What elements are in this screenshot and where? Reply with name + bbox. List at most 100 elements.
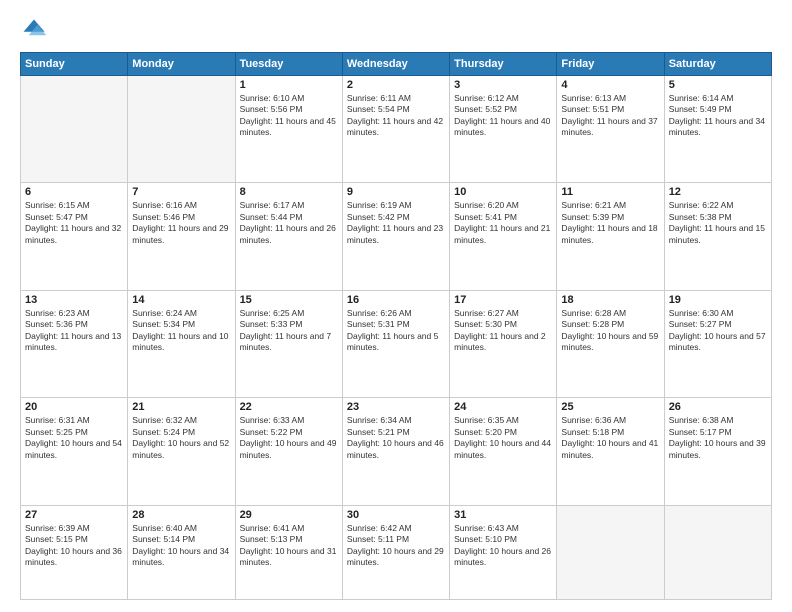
- day-number: 27: [25, 509, 123, 521]
- day-cell: 6Sunrise: 6:15 AM Sunset: 5:47 PM Daylig…: [21, 183, 128, 290]
- day-cell: 14Sunrise: 6:24 AM Sunset: 5:34 PM Dayli…: [128, 290, 235, 397]
- day-number: 14: [132, 294, 230, 306]
- page: SundayMondayTuesdayWednesdayThursdayFrid…: [0, 0, 792, 612]
- header: [20, 16, 772, 44]
- day-number: 20: [25, 401, 123, 413]
- day-info: Sunrise: 6:33 AM Sunset: 5:22 PM Dayligh…: [240, 415, 338, 461]
- day-cell: 22Sunrise: 6:33 AM Sunset: 5:22 PM Dayli…: [235, 398, 342, 505]
- day-info: Sunrise: 6:40 AM Sunset: 5:14 PM Dayligh…: [132, 523, 230, 569]
- day-number: 23: [347, 401, 445, 413]
- day-info: Sunrise: 6:23 AM Sunset: 5:36 PM Dayligh…: [25, 308, 123, 354]
- day-number: 31: [454, 509, 552, 521]
- day-number: 13: [25, 294, 123, 306]
- day-number: 5: [669, 79, 767, 91]
- day-cell: 4Sunrise: 6:13 AM Sunset: 5:51 PM Daylig…: [557, 76, 664, 183]
- day-number: 9: [347, 186, 445, 198]
- day-cell: 2 Sunrise: 6:11 AM Sunset: 5:54 PM Daylig…: [342, 76, 449, 183]
- day-cell: 23 Sunrise: 6:34 AM Sunset: 5:21 PM Dayli…: [342, 398, 449, 505]
- day-number: 19: [669, 294, 767, 306]
- day-number: 24: [454, 401, 552, 413]
- day-number: 15: [240, 294, 338, 306]
- day-cell: 27 Sunrise: 6:39 AM Sunset: 5:15 PM Dayli…: [21, 505, 128, 599]
- day-info: Sunrise: 6:21 AM Sunset: 5:39 PM Dayligh…: [561, 200, 659, 246]
- day-number: 12: [669, 186, 767, 198]
- day-info: Sunrise: 6:35 AM Sunset: 5:20 PM Dayligh…: [454, 415, 552, 461]
- day-number: 21: [132, 401, 230, 413]
- day-cell: 9 Sunrise: 6:19 AM Sunset: 5:42 PM Daylig…: [342, 183, 449, 290]
- day-cell: 30 Sunrise: 6:42 AM Sunset: 5:11 PM Dayli…: [342, 505, 449, 599]
- day-cell: 17 Sunrise: 6:27 AM Sunset: 5:30 PM Dayli…: [450, 290, 557, 397]
- day-cell: 7 Sunrise: 6:16 AM Sunset: 5:46 PM Daylig…: [128, 183, 235, 290]
- day-cell: 15 Sunrise: 6:25 AM Sunset: 5:33 PM Dayli…: [235, 290, 342, 397]
- day-info: Sunrise: 6:28 AM Sunset: 5:28 PM Dayligh…: [561, 308, 659, 354]
- day-info: Sunrise: 6:38 AM Sunset: 5:17 PM Dayligh…: [669, 415, 767, 461]
- day-info: Sunrise: 6:34 AM Sunset: 5:21 PM Dayligh…: [347, 415, 445, 461]
- day-number: 25: [561, 401, 659, 413]
- day-info: Sunrise: 6:41 AM Sunset: 5:13 PM Dayligh…: [240, 523, 338, 569]
- day-cell: 24 Sunrise: 6:35 AM Sunset: 5:20 PM Dayli…: [450, 398, 557, 505]
- weekday-header-saturday: Saturday: [664, 53, 771, 76]
- day-info: Sunrise: 6:22 AM Sunset: 5:38 PM Dayligh…: [669, 200, 767, 246]
- day-number: 7: [132, 186, 230, 198]
- day-number: 28: [132, 509, 230, 521]
- weekday-header-wednesday: Wednesday: [342, 53, 449, 76]
- day-number: 2: [347, 79, 445, 91]
- day-cell: 25 Sunrise: 6:36 AM Sunset: 5:18 PM Dayli…: [557, 398, 664, 505]
- day-number: 10: [454, 186, 552, 198]
- day-info: Sunrise: 6:12 AM Sunset: 5:52 PM Dayligh…: [454, 93, 552, 139]
- day-info: Sunrise: 6:31 AM Sunset: 5:25 PM Dayligh…: [25, 415, 123, 461]
- day-info: Sunrise: 6:16 AM Sunset: 5:46 PM Dayligh…: [132, 200, 230, 246]
- weekday-header-monday: Monday: [128, 53, 235, 76]
- day-info: Sunrise: 6:39 AM Sunset: 5:15 PM Dayligh…: [25, 523, 123, 569]
- day-cell: 20 Sunrise: 6:31 AM Sunset: 5:25 PM Dayli…: [21, 398, 128, 505]
- day-cell: 11Sunrise: 6:21 AM Sunset: 5:39 PM Dayli…: [557, 183, 664, 290]
- day-number: 26: [669, 401, 767, 413]
- weekday-header-tuesday: Tuesday: [235, 53, 342, 76]
- day-cell: 8Sunrise: 6:17 AM Sunset: 5:44 PM Daylig…: [235, 183, 342, 290]
- day-info: Sunrise: 6:25 AM Sunset: 5:33 PM Dayligh…: [240, 308, 338, 354]
- day-cell: [128, 76, 235, 183]
- day-cell: 12 Sunrise: 6:22 AM Sunset: 5:38 PM Dayli…: [664, 183, 771, 290]
- week-row-3: 20 Sunrise: 6:31 AM Sunset: 5:25 PM Dayli…: [21, 398, 772, 505]
- day-info: Sunrise: 6:26 AM Sunset: 5:31 PM Dayligh…: [347, 308, 445, 354]
- day-cell: 18Sunrise: 6:28 AM Sunset: 5:28 PM Dayli…: [557, 290, 664, 397]
- day-cell: 3 Sunrise: 6:12 AM Sunset: 5:52 PM Daylig…: [450, 76, 557, 183]
- day-number: 17: [454, 294, 552, 306]
- day-number: 3: [454, 79, 552, 91]
- weekday-header-friday: Friday: [557, 53, 664, 76]
- day-info: Sunrise: 6:30 AM Sunset: 5:27 PM Dayligh…: [669, 308, 767, 354]
- day-number: 1: [240, 79, 338, 91]
- day-cell: 31Sunrise: 6:43 AM Sunset: 5:10 PM Dayli…: [450, 505, 557, 599]
- day-cell: 1Sunrise: 6:10 AM Sunset: 5:56 PM Daylig…: [235, 76, 342, 183]
- week-row-4: 27 Sunrise: 6:39 AM Sunset: 5:15 PM Dayli…: [21, 505, 772, 599]
- day-number: 8: [240, 186, 338, 198]
- day-info: Sunrise: 6:32 AM Sunset: 5:24 PM Dayligh…: [132, 415, 230, 461]
- day-cell: [557, 505, 664, 599]
- logo-icon: [20, 16, 48, 44]
- week-row-1: 6Sunrise: 6:15 AM Sunset: 5:47 PM Daylig…: [21, 183, 772, 290]
- day-info: Sunrise: 6:20 AM Sunset: 5:41 PM Dayligh…: [454, 200, 552, 246]
- weekday-header-sunday: Sunday: [21, 53, 128, 76]
- day-number: 30: [347, 509, 445, 521]
- day-cell: 13 Sunrise: 6:23 AM Sunset: 5:36 PM Dayli…: [21, 290, 128, 397]
- day-info: Sunrise: 6:11 AM Sunset: 5:54 PM Dayligh…: [347, 93, 445, 139]
- day-info: Sunrise: 6:14 AM Sunset: 5:49 PM Dayligh…: [669, 93, 767, 139]
- calendar: SundayMondayTuesdayWednesdayThursdayFrid…: [20, 52, 772, 600]
- day-cell: 21 Sunrise: 6:32 AM Sunset: 5:24 PM Dayli…: [128, 398, 235, 505]
- day-number: 29: [240, 509, 338, 521]
- week-row-0: 1Sunrise: 6:10 AM Sunset: 5:56 PM Daylig…: [21, 76, 772, 183]
- day-cell: [21, 76, 128, 183]
- day-cell: 10 Sunrise: 6:20 AM Sunset: 5:41 PM Dayli…: [450, 183, 557, 290]
- week-row-2: 13 Sunrise: 6:23 AM Sunset: 5:36 PM Dayli…: [21, 290, 772, 397]
- day-cell: 29 Sunrise: 6:41 AM Sunset: 5:13 PM Dayli…: [235, 505, 342, 599]
- day-info: Sunrise: 6:42 AM Sunset: 5:11 PM Dayligh…: [347, 523, 445, 569]
- day-info: Sunrise: 6:19 AM Sunset: 5:42 PM Dayligh…: [347, 200, 445, 246]
- day-cell: 26 Sunrise: 6:38 AM Sunset: 5:17 PM Dayli…: [664, 398, 771, 505]
- day-info: Sunrise: 6:13 AM Sunset: 5:51 PM Dayligh…: [561, 93, 659, 139]
- weekday-header-row: SundayMondayTuesdayWednesdayThursdayFrid…: [21, 53, 772, 76]
- day-cell: [664, 505, 771, 599]
- day-cell: 16 Sunrise: 6:26 AM Sunset: 5:31 PM Dayli…: [342, 290, 449, 397]
- day-info: Sunrise: 6:27 AM Sunset: 5:30 PM Dayligh…: [454, 308, 552, 354]
- day-number: 16: [347, 294, 445, 306]
- day-info: Sunrise: 6:36 AM Sunset: 5:18 PM Dayligh…: [561, 415, 659, 461]
